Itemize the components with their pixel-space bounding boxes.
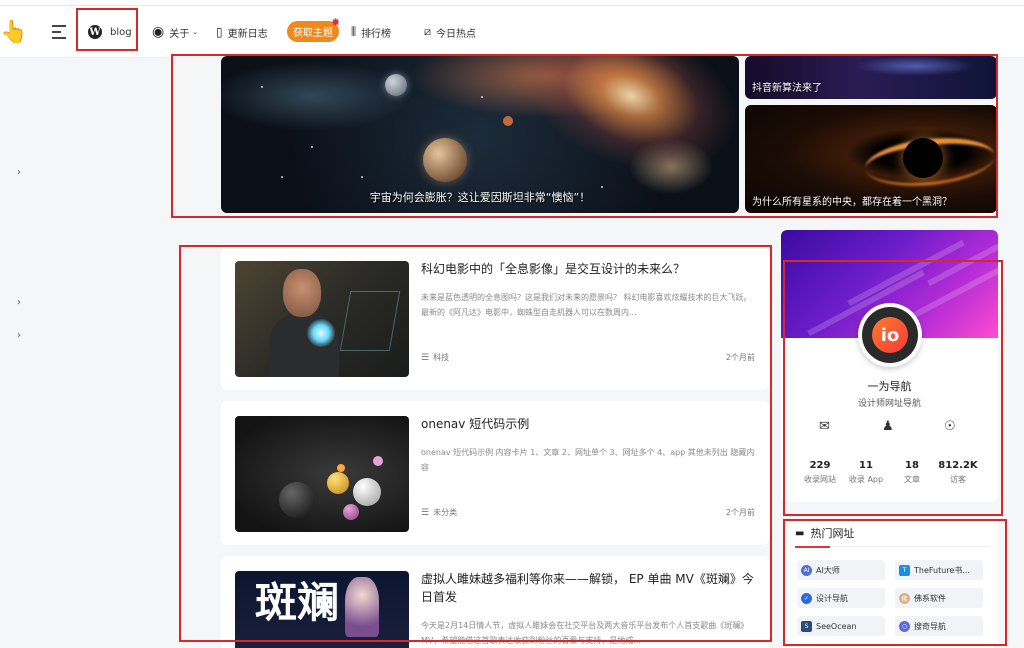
post-excerpt: 未来是蓝色透明的全息图吗？这是我们对未来的愿景吗？ 科幻电影喜欢炫耀技术的巨大飞… xyxy=(421,293,752,317)
post-thumbnail[interactable] xyxy=(235,416,409,532)
post-card[interactable]: onenav 短代码示例 onenav 短代码示例 内容卡片 1、文章 2、网址… xyxy=(221,401,769,545)
bar-chart-icon: ⫼ xyxy=(351,25,357,38)
hot-sites-title: ▬ 热门网址 xyxy=(795,525,854,541)
post-category[interactable]: ☰ 未分类 xyxy=(421,507,457,518)
post-title[interactable]: 虚拟人雎妹越多福利等你来——解锁， EP 单曲 MV《斑斓》今日首发 xyxy=(421,570,761,606)
top-divider xyxy=(0,5,1024,6)
hot-site-link[interactable]: ✓ 设计导航 xyxy=(797,588,885,608)
site-favicon-icon: S xyxy=(801,620,812,632)
post-thumbnail[interactable] xyxy=(235,261,409,377)
hero-side-caption[interactable]: 为什么所有星系的中央，都存在着一个黑洞？ xyxy=(752,193,952,208)
post-time: 2个月前 xyxy=(725,353,755,362)
chevron-down-icon: ⌄ xyxy=(192,28,199,36)
nav-ranking-label: 排行榜 xyxy=(361,28,392,40)
black-hole-image xyxy=(903,138,943,178)
thumbnail-text: 斑斓 xyxy=(255,578,340,627)
qq-icon[interactable]: ♟ xyxy=(882,419,894,434)
planet-image xyxy=(385,74,407,96)
post-excerpt: onenav 短代码示例 内容卡片 1、文章 2、网址单个 3、网址多个 4、a… xyxy=(421,448,755,472)
post-category-label: 科技 xyxy=(433,353,450,362)
post-category-label: 未分类 xyxy=(433,508,458,517)
trend-icon: ⧄ xyxy=(424,25,431,38)
hot-site-label: SeeOcean xyxy=(816,621,857,631)
device-icon: ▯ xyxy=(216,25,223,39)
nav-blog-label: blog xyxy=(110,26,132,38)
nav-blog[interactable]: W blog xyxy=(88,22,132,42)
github-icon[interactable]: ☉ xyxy=(944,419,956,434)
chevron-right-icon[interactable]: › xyxy=(17,297,21,308)
hero-side-slide[interactable]: 抖音新算法来了 xyxy=(745,56,997,99)
hot-site-label: 设计导航 xyxy=(816,593,848,603)
stat-visitors: 812.2K 访客 xyxy=(931,460,985,485)
hot-site-label: 搜奇导航 xyxy=(914,621,946,631)
hot-sites-title-text: 热门网址 xyxy=(810,527,855,540)
wechat-icon[interactable]: ✉ xyxy=(819,419,830,434)
post-excerpt: 今天是2月14日情人节，虚拟人雎妹会在社交平台及两大音乐平台发布个人首支歌曲《斑… xyxy=(421,621,749,645)
list-icon: ☰ xyxy=(421,352,430,363)
chevron-right-icon[interactable]: › xyxy=(17,330,21,341)
pointer-hand-icon: 👆 xyxy=(0,20,28,45)
nav-about[interactable]: ◉ 关于 ⌄ xyxy=(152,22,198,42)
hero-side-slide[interactable]: 为什么所有星系的中央，都存在着一个黑洞？ xyxy=(745,105,997,213)
stat-label: 访客 xyxy=(950,475,966,484)
nav-ranking[interactable]: ⫼ 排行榜 xyxy=(351,22,391,42)
wordpress-icon: W xyxy=(88,25,102,39)
sparkle-icon: ✸ xyxy=(331,16,341,29)
list-icon: ☰ xyxy=(421,507,430,518)
nav-hot-today-label: 今日热点 xyxy=(436,28,476,40)
post-thumbnail[interactable]: 斑斓 xyxy=(235,571,409,648)
post-title[interactable]: onenav 短代码示例 xyxy=(421,415,761,433)
get-theme-label: 获取主题 xyxy=(293,28,333,39)
chevron-right-icon[interactable]: › xyxy=(17,167,21,178)
target-icon: ◉ xyxy=(152,24,165,40)
post-card[interactable]: 科幻电影中的「全息影像」是交互设计的未来么？ 未来是蓝色透明的全息图吗？这是我们… xyxy=(221,246,769,390)
site-favicon-icon: 佛 xyxy=(899,592,910,604)
menu-toggle-icon[interactable] xyxy=(52,25,66,39)
site-name: 一为导航 xyxy=(867,380,912,393)
site-logo: io xyxy=(872,317,908,353)
site-favicon-icon: ○ xyxy=(899,620,910,632)
hero-main-caption[interactable]: 宇宙为何会膨胀？这让爱因斯坦非常“懊恼”！ xyxy=(221,189,739,205)
site-favicon-icon: T xyxy=(899,564,910,576)
hot-site-link[interactable]: ○ 搜奇导航 xyxy=(895,616,983,636)
post-time: 2个月前 xyxy=(725,508,755,517)
site-profile-card: io 一为导航 设计师网址导航 ✉ ♟ ☉ 229 收录网站 11 收录 App… xyxy=(781,230,998,502)
site-subtitle: 设计师网址导航 xyxy=(857,399,921,409)
site-favicon-icon: AI xyxy=(801,564,812,576)
stat-number: 812.2K xyxy=(938,460,978,471)
nav-changelog[interactable]: ▯ 更新日志 xyxy=(216,22,268,42)
hot-site-label: AI大师 xyxy=(816,565,840,575)
site-favicon-icon: ✓ xyxy=(801,592,812,604)
hero-side-caption[interactable]: 抖音新算法来了 xyxy=(752,79,822,94)
top-navbar: 👆 W blog ◉ 关于 ⌄ ▯ 更新日志 获取主题 ✸ ⫼ 排行榜 ⧄ 今日… xyxy=(0,0,1024,58)
nav-changelog-label: 更新日志 xyxy=(227,28,268,40)
chart-icon: ▬ xyxy=(795,527,805,539)
post-title[interactable]: 科幻电影中的「全息影像」是交互设计的未来么？ xyxy=(421,260,761,278)
hero-main-slide[interactable]: 宇宙为何会膨胀？这让爱因斯坦非常“懊恼”！ xyxy=(221,56,739,213)
post-category[interactable]: ☰ 科技 xyxy=(421,352,449,363)
post-card[interactable]: 斑斓 虚拟人雎妹越多福利等你来——解锁， EP 单曲 MV《斑斓》今日首发 今天… xyxy=(221,556,769,648)
galaxy-image xyxy=(503,56,739,200)
hot-site-link[interactable]: S SeeOcean xyxy=(797,616,885,636)
planet-image xyxy=(503,116,513,126)
hot-sites-widget: ▬ 热门网址 AI AI大师 T TheFuture书... ✓ 设计导航 佛 … xyxy=(785,519,998,648)
planet-image xyxy=(423,138,467,182)
hot-site-link[interactable]: T TheFuture书... xyxy=(895,560,983,580)
hot-site-link[interactable]: AI AI大师 xyxy=(797,560,885,580)
nav-hot-today[interactable]: ⧄ 今日热点 xyxy=(424,22,476,42)
hot-site-label: 佛系软件 xyxy=(914,593,946,603)
avatar: io xyxy=(858,303,922,367)
nav-about-label: 关于 xyxy=(169,28,190,40)
hot-site-link[interactable]: 佛 佛系软件 xyxy=(895,588,983,608)
hot-site-label: TheFuture书... xyxy=(914,565,970,575)
